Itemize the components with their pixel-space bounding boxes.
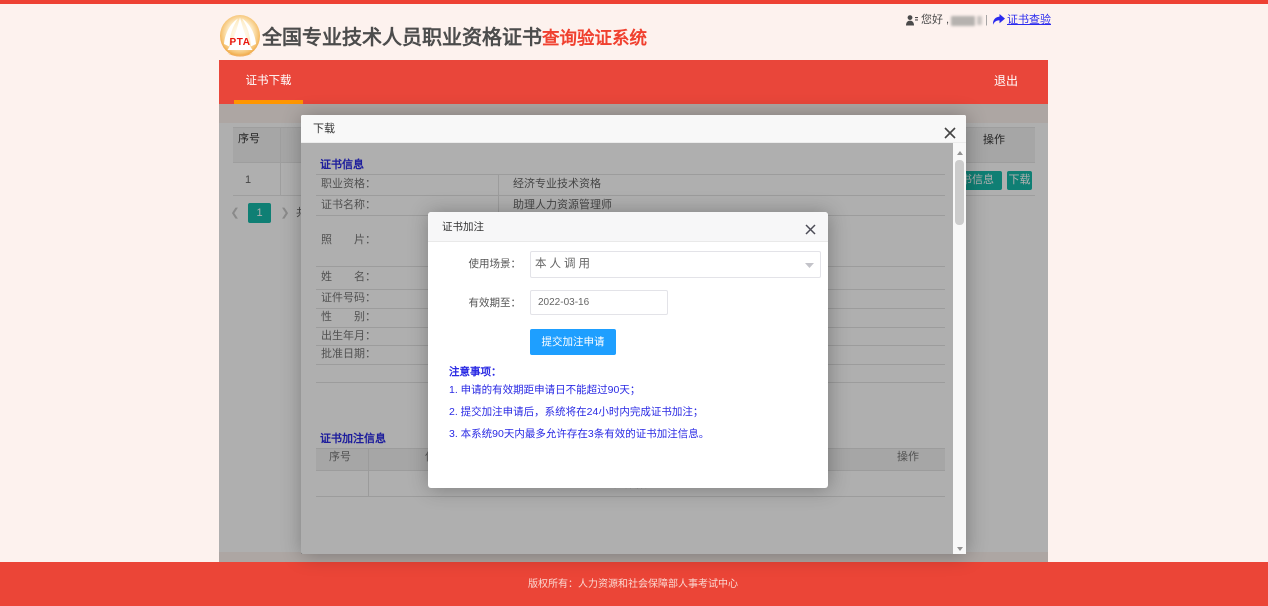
svg-text:PTA: PTA (229, 37, 250, 48)
